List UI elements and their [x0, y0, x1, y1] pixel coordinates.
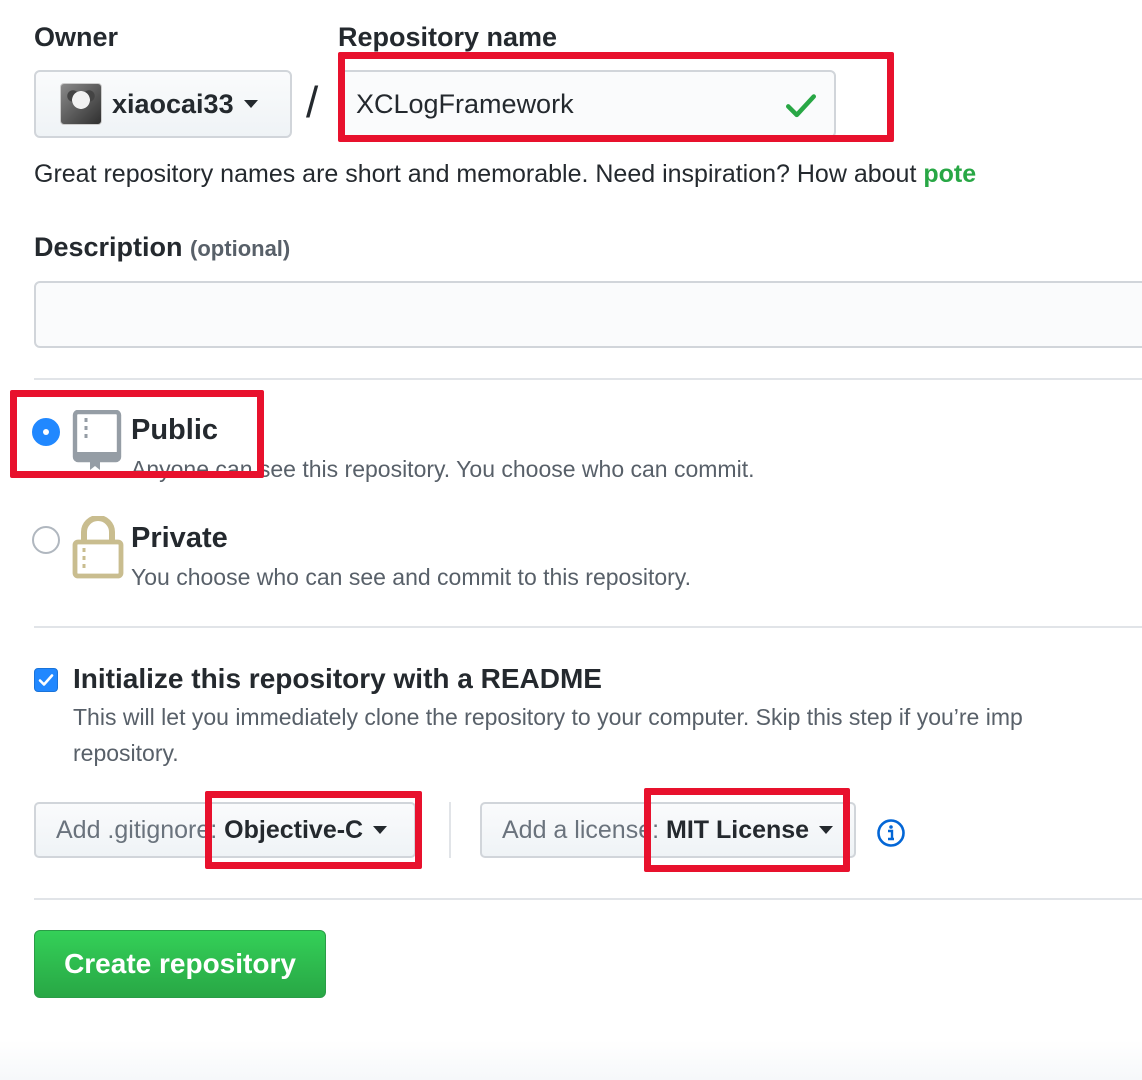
gitignore-prefix: Add .gitignore: [56, 815, 218, 844]
private-title: Private [131, 522, 228, 554]
check-icon [785, 94, 817, 118]
owner-label: Owner [34, 22, 119, 52]
page-footer-fade [0, 1040, 1142, 1080]
lock-icon [72, 516, 124, 579]
repository-name-label: Repository name [338, 22, 558, 52]
private-radio[interactable] [32, 526, 60, 554]
owner-repo-separator: / [306, 78, 319, 127]
name-suggestion-link[interactable]: pote [923, 160, 976, 188]
divider [34, 378, 1142, 380]
readme-description-line2: repository. [73, 740, 179, 766]
chevron-down-icon [243, 100, 258, 108]
repository-name-value: XCLogFramework [356, 88, 574, 119]
gitignore-value: Objective-C [224, 815, 364, 844]
readme-description-line1: This will let you immediately clone the … [73, 704, 1023, 730]
owner-select[interactable]: xiaocai33 [34, 70, 292, 138]
chevron-down-icon [373, 826, 388, 834]
private-description: You choose who can see and commit to thi… [131, 564, 691, 590]
readme-title: Initialize this repository with a README [73, 663, 602, 694]
public-description-text: see this repository. You choose who can … [252, 456, 755, 482]
public-description: Anyone can see this repository. You choo… [131, 456, 755, 483]
repository-name-input[interactable]: XCLogFramework [338, 70, 836, 138]
checkmark-icon [38, 674, 54, 686]
public-description-obscured: Anyone can [131, 456, 253, 482]
repository-name-hint: Great repository names are short and mem… [34, 160, 976, 189]
description-label: Description (optional) [34, 232, 290, 263]
dropdown-separator [449, 802, 451, 858]
repository-name-hint-text: Great repository names are short and mem… [34, 160, 924, 188]
description-label-text: Description [34, 232, 183, 262]
gitignore-select[interactable]: Add .gitignore: Objective-C [34, 802, 416, 858]
description-optional: (optional) [190, 236, 291, 261]
create-repository-button[interactable]: Create repository [34, 930, 326, 998]
divider [34, 898, 1142, 900]
license-prefix: Add a license: [502, 815, 660, 844]
avatar [60, 83, 102, 125]
public-radio[interactable] [32, 418, 60, 446]
repo-book-icon [72, 410, 122, 470]
license-value: MIT License [666, 815, 810, 844]
chevron-down-icon [819, 826, 834, 834]
public-title: Public [131, 414, 219, 446]
divider [34, 626, 1142, 628]
info-icon[interactable] [876, 818, 906, 848]
license-select[interactable]: Add a license: MIT License [480, 802, 856, 858]
owner-name: xiaocai33 [112, 88, 234, 119]
readme-checkbox[interactable] [34, 668, 58, 692]
description-input[interactable] [34, 281, 1142, 348]
new-repository-form: Owner xiaocai33 / Repository name XCLogF… [0, 0, 1142, 1080]
